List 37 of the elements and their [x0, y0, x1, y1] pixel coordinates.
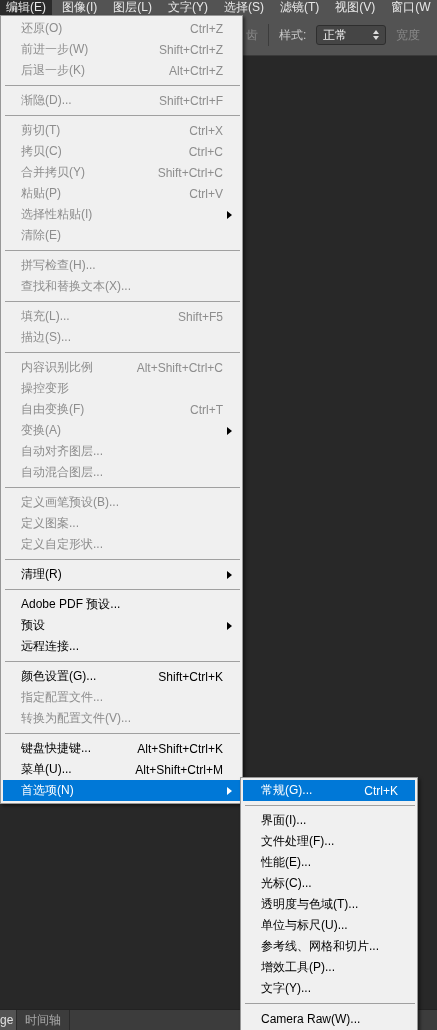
submenu-arrow-icon — [227, 427, 232, 435]
menu-item[interactable]: 界面(I)... — [243, 810, 415, 831]
panel-tab[interactable]: ge — [0, 1010, 18, 1030]
submenu-arrow-icon — [227, 787, 232, 795]
spinner-arrows-icon — [373, 30, 380, 40]
menu-bar-item[interactable]: 图层(L) — [107, 0, 158, 15]
menu-bar-item[interactable]: 图像(I) — [56, 0, 104, 15]
menu-bar-item[interactable]: 滤镜(T) — [274, 0, 326, 15]
menu-bar-item[interactable]: 选择(S) — [218, 0, 270, 15]
style-dropdown[interactable]: 正常 — [316, 25, 387, 45]
menu-item[interactable]: 文字(Y)... — [243, 978, 415, 999]
menu-item[interactable]: Adobe PDF 预设... — [3, 594, 240, 615]
menu-item[interactable]: 单位与标尺(U)... — [243, 915, 415, 936]
menu-item[interactable]: 文件处理(F)... — [243, 831, 415, 852]
menu-item[interactable]: Camera Raw(W)... — [243, 1008, 415, 1029]
panel-tab[interactable]: 时间轴 — [17, 1010, 71, 1030]
menu-item[interactable]: 颜色设置(G)... Shift+Ctrl+K — [3, 666, 240, 687]
submenu-arrow-icon — [227, 622, 232, 630]
menu-item[interactable]: 参考线、网格和切片... — [243, 936, 415, 957]
menu-item[interactable]: 增效工具(P)... — [243, 957, 415, 978]
submenu-arrow-icon — [227, 571, 232, 579]
style-label: 样式: — [279, 26, 307, 44]
menu-item[interactable]: 清理(R) — [3, 564, 240, 585]
menu-bar-item[interactable]: 窗口(W — [385, 0, 437, 15]
menu-bar-item[interactable]: 文字(Y) — [162, 0, 214, 15]
menu-bar-item[interactable]: 视图(V) — [329, 0, 382, 15]
menu-item[interactable]: 首选项(N) — [3, 780, 240, 801]
submenu-arrow-icon — [227, 211, 232, 219]
menu-item[interactable]: 光标(C)... — [243, 873, 415, 894]
menu-bar-item[interactable]: 编辑(E) — [0, 0, 52, 15]
menu-item[interactable]: 性能(E)... — [243, 852, 415, 873]
menu-item[interactable]: 预设 — [3, 615, 240, 636]
menu-item[interactable]: 菜单(U)... Alt+Shift+Ctrl+M — [3, 759, 240, 780]
menu-item[interactable]: 透明度与色域(T)... — [243, 894, 415, 915]
menu-item[interactable]: 常规(G)... Ctrl+K — [243, 780, 415, 801]
menu-item[interactable]: 远程连接... — [3, 636, 240, 657]
menu-item[interactable]: 键盘快捷键... Alt+Shift+Ctrl+K — [3, 738, 240, 759]
